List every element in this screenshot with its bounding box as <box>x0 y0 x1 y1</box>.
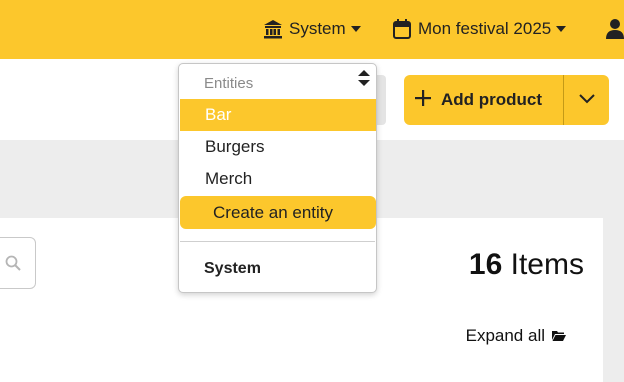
dropdown-option-merch[interactable]: Merch <box>180 163 376 195</box>
caret-down-icon <box>350 26 361 32</box>
user-menu[interactable] <box>606 17 624 41</box>
caret-down-icon <box>556 26 567 32</box>
user-icon <box>606 19 624 39</box>
search-input[interactable] <box>0 237 36 289</box>
top-bar: System Mon festival 2025 <box>0 0 624 59</box>
chevron-down-icon <box>578 91 595 109</box>
dropdown-group-system[interactable]: System <box>204 260 261 278</box>
expand-all-link[interactable]: Expand all <box>466 326 566 346</box>
add-product-label: Add product <box>441 90 543 109</box>
entity-select-edge[interactable] <box>376 75 386 125</box>
festival-menu[interactable]: Mon festival 2025 <box>393 17 567 41</box>
dropdown-option-bar[interactable]: Bar <box>180 99 376 131</box>
sort-arrows-icon <box>358 70 370 91</box>
bank-icon <box>263 19 283 39</box>
plus-icon <box>415 89 431 111</box>
items-count: 16 Items <box>469 248 584 282</box>
dropdown-separator <box>180 241 375 242</box>
calendar-icon <box>393 19 411 39</box>
folder-open-icon <box>545 326 566 346</box>
items-count-label: Items <box>510 248 584 281</box>
entity-dropdown: Entities Bar Burgers Merch Create an ent… <box>178 63 377 293</box>
dropdown-header: Entities <box>204 75 254 92</box>
dropdown-option-burgers[interactable]: Burgers <box>180 131 376 163</box>
system-menu[interactable]: System <box>263 17 361 41</box>
items-count-number: 16 <box>468 248 503 281</box>
add-product-dropdown-toggle[interactable] <box>564 75 609 125</box>
festival-menu-label: Mon festival 2025 <box>418 19 552 38</box>
add-product-split-button: Add product <box>404 75 609 125</box>
expand-all-label: Expand all <box>465 326 545 345</box>
create-entity-button[interactable]: Create an entity <box>180 196 376 229</box>
system-menu-label: System <box>289 19 346 38</box>
add-product-button[interactable]: Add product <box>404 75 563 125</box>
